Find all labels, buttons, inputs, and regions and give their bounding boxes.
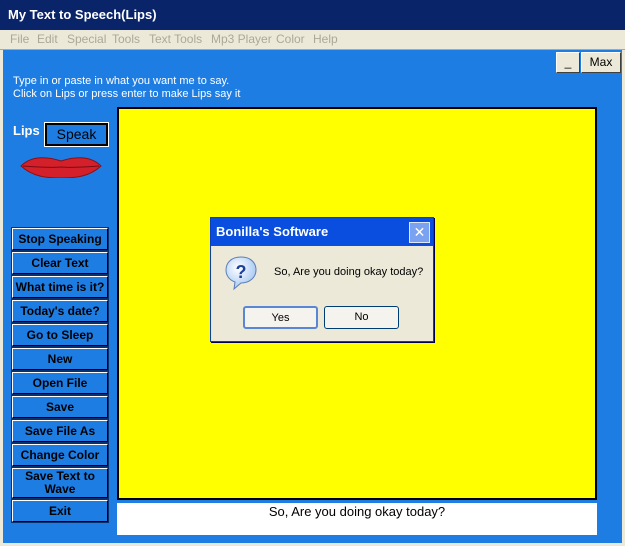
menu-text-tools[interactable]: Text Tools xyxy=(149,30,202,49)
menu-color[interactable]: Color xyxy=(276,30,305,49)
question-icon: ? xyxy=(225,256,257,291)
save-button[interactable]: Save xyxy=(11,395,109,419)
menu-tools[interactable]: Tools xyxy=(112,30,140,49)
open-file-button[interactable]: Open File xyxy=(11,371,109,395)
lips-label: Lips xyxy=(13,123,40,138)
dialog-title-bar[interactable]: Bonilla's Software xyxy=(211,218,433,246)
menu-special[interactable]: Special xyxy=(67,30,106,49)
instruction-line-2: Click on Lips or press enter to make Lip… xyxy=(13,88,241,100)
change-color-button[interactable]: Change Color xyxy=(11,443,109,467)
dialog-message: So, Are you doing okay today? xyxy=(274,266,424,278)
menu-help[interactable]: Help xyxy=(313,30,338,49)
instruction-line-1: Type in or paste in what you want me to … xyxy=(13,75,230,87)
exit-button[interactable]: Exit xyxy=(11,499,109,523)
no-button[interactable]: No xyxy=(324,306,399,329)
clear-text-button[interactable]: Clear Text xyxy=(11,251,109,275)
new-button[interactable]: New xyxy=(11,347,109,371)
lips-icon[interactable] xyxy=(19,154,103,178)
svg-text:?: ? xyxy=(236,262,247,282)
save-file-as-button[interactable]: Save File As xyxy=(11,419,109,443)
maximize-button[interactable]: Max xyxy=(581,52,621,73)
dialog-close-icon[interactable]: ✕ xyxy=(409,222,430,243)
dialog-title: Bonilla's Software xyxy=(216,224,329,239)
window-title-bar[interactable]: My Text to Speech(Lips) xyxy=(0,0,625,30)
todays-date-button[interactable]: Today's date? xyxy=(11,299,109,323)
menu-edit[interactable]: Edit xyxy=(37,30,58,49)
speak-button[interactable]: Speak xyxy=(44,122,109,147)
message-dialog: Bonilla's Software ✕ ? So, Are you doing… xyxy=(210,217,434,342)
menu-mp3-player[interactable]: Mp3 Player xyxy=(211,30,272,49)
yes-button[interactable]: Yes xyxy=(243,306,318,329)
what-time-button[interactable]: What time is it? xyxy=(11,275,109,299)
window-title: My Text to Speech(Lips) xyxy=(8,7,157,22)
stop-speaking-button[interactable]: Stop Speaking xyxy=(11,227,109,251)
minimize-button[interactable]: _ xyxy=(556,52,580,73)
go-to-sleep-button[interactable]: Go to Sleep xyxy=(11,323,109,347)
menu-file[interactable]: File xyxy=(10,30,29,49)
save-text-to-wave-button[interactable]: Save Text to Wave xyxy=(11,467,109,499)
menu-bar: File Edit Special Tools Text Tools Mp3 P… xyxy=(0,30,625,50)
spoken-text-field[interactable]: So, Are you doing okay today? xyxy=(117,503,597,535)
